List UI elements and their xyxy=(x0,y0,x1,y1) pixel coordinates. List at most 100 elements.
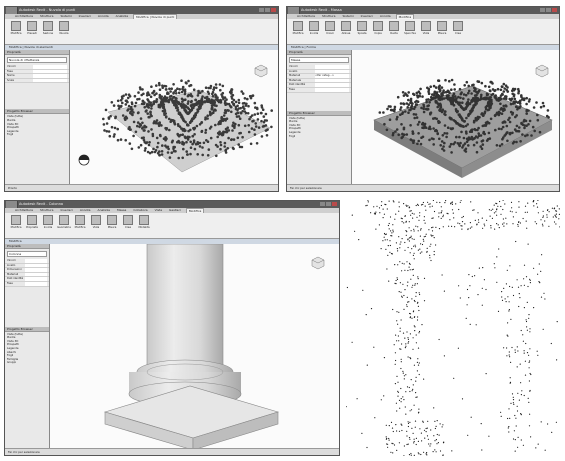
tool-icon xyxy=(389,21,399,31)
3d-viewport[interactable] xyxy=(70,50,278,185)
tool-icon xyxy=(11,215,21,225)
tool-icon xyxy=(341,21,351,31)
tree-item[interactable]: Fogli xyxy=(289,134,349,139)
status-bar: Fai clic per selezionare xyxy=(287,184,559,191)
tool-icon xyxy=(437,21,447,31)
properties-panel: Proprietà Massa Vincoli Livello Material… xyxy=(287,50,352,185)
ribbon-tool-button[interactable]: Modifica xyxy=(291,21,305,42)
section-marker-icon[interactable] xyxy=(78,154,90,166)
viewcube-icon[interactable] xyxy=(535,64,549,78)
project-browser-tree: Viste (tutte) Piante Vista 3D Prospetti … xyxy=(287,116,351,140)
tree-item[interactable]: Gruppi xyxy=(7,361,47,365)
revit-window-column: Autodesk Revit - Colonna Architettura St… xyxy=(4,200,340,456)
ribbon-tool-button[interactable]: Modalità xyxy=(137,215,151,236)
tool-icon xyxy=(11,21,21,31)
tool-icon xyxy=(309,21,319,31)
ribbon-tool-button[interactable]: Misura xyxy=(435,21,449,42)
mass-canvas xyxy=(373,78,553,178)
minimize-button[interactable] xyxy=(259,8,264,12)
window-title: Autodesk Revit - Massa xyxy=(287,7,559,14)
point-cloud xyxy=(346,200,560,456)
window-title: Autodesk Revit - Nuvola di punti xyxy=(5,7,278,14)
ribbon-tool-button[interactable]: Allinea xyxy=(339,21,353,42)
ribbon-tool-button[interactable]: Vista xyxy=(89,215,103,236)
ribbon-tool-button[interactable]: Unisci xyxy=(323,21,337,42)
render-canvas xyxy=(346,200,560,456)
window-controls xyxy=(320,202,337,206)
tool-icon xyxy=(27,215,37,225)
tool-icon xyxy=(123,215,133,225)
ribbon-tool-button[interactable]: Crea xyxy=(121,215,135,236)
ribbon-tool-button[interactable]: Vista xyxy=(419,21,433,42)
maximize-button[interactable] xyxy=(265,8,270,12)
type-selector[interactable]: Massa xyxy=(289,57,349,63)
ribbon-tool-button[interactable]: Incolla xyxy=(41,215,55,236)
ribbon-tool-button[interactable]: Ruota xyxy=(387,21,401,42)
3d-viewport[interactable] xyxy=(50,243,339,451)
app-logo[interactable] xyxy=(288,7,300,14)
tool-icon xyxy=(421,21,431,31)
ribbon-tool-button[interactable]: Proprietà xyxy=(25,215,39,236)
status-bar: Fai clic per selezionare xyxy=(5,448,339,455)
ribbon-tool-button[interactable]: Sposta xyxy=(355,21,369,42)
ribbon-tool-button[interactable]: Nuvola xyxy=(57,21,71,42)
window-controls xyxy=(259,8,276,12)
close-button[interactable] xyxy=(271,8,276,12)
tool-icon xyxy=(27,21,37,31)
ribbon-tool-button[interactable]: Incolla xyxy=(307,21,321,42)
properties-header: Proprietà xyxy=(287,50,351,55)
property-row[interactable]: Scala xyxy=(5,78,69,84)
viewcube-icon[interactable] xyxy=(311,256,325,270)
column-canvas xyxy=(103,243,280,451)
point-cloud-render xyxy=(346,200,560,456)
ribbon-tool-button[interactable]: Prevedi xyxy=(25,21,39,42)
tool-icon xyxy=(453,21,463,31)
ribbon-tool-button[interactable]: Sezione xyxy=(41,21,55,42)
revit-window-pointcloud: Autodesk Revit - Nuvola di punti Archite… xyxy=(4,6,279,192)
tool-icon xyxy=(107,215,117,225)
maximize-button[interactable] xyxy=(546,8,551,12)
properties-header: Proprietà xyxy=(5,50,69,55)
3d-viewport[interactable] xyxy=(352,50,559,185)
tool-icon xyxy=(43,21,53,31)
viewcube-icon[interactable] xyxy=(254,64,268,78)
type-selector[interactable]: Nuvola di riflettanza xyxy=(7,57,67,63)
properties-panel: Proprietà Colonna Vincoli Livello Dimens… xyxy=(5,244,50,449)
minimize-button[interactable] xyxy=(320,202,325,206)
minimize-button[interactable] xyxy=(540,8,545,12)
ribbon-tool-button[interactable]: Modifica xyxy=(9,215,23,236)
tool-icon xyxy=(91,215,101,225)
app-logo[interactable] xyxy=(6,7,18,14)
ribbon-tool-button[interactable]: Geometria xyxy=(57,215,71,236)
status-bar: Pronto xyxy=(5,184,278,191)
ribbon-tool-button[interactable]: Copia xyxy=(371,21,385,42)
ribbon-tool-button[interactable]: Modifica xyxy=(9,21,23,42)
ribbon-tool-button[interactable]: Crea xyxy=(451,21,465,42)
app-logo[interactable] xyxy=(6,201,18,208)
revit-window-mass: Autodesk Revit - Massa Architettura Stru… xyxy=(286,6,560,192)
ribbon-tool-button[interactable]: Specchia xyxy=(403,21,417,42)
tree-item[interactable]: Fogli xyxy=(7,133,67,137)
ribbon-tool-button[interactable]: Modifica xyxy=(73,215,87,236)
tool-icon xyxy=(405,21,415,31)
tool-icon xyxy=(325,21,335,31)
window-title: Autodesk Revit - Colonna xyxy=(5,201,339,208)
ribbon-toolbar: Modifica Prevedi Sezione Nuvola xyxy=(5,19,278,45)
ribbon-toolbar: Modifica Incolla Unisci Allinea Sposta C… xyxy=(287,19,559,45)
project-browser-tree: Viste (tutte) Piante Vista 3D Prospetti … xyxy=(5,332,49,366)
project-browser-tree: Viste (tutte) Pianta Vista 3D Prospetti … xyxy=(5,114,69,138)
property-row[interactable]: Fase xyxy=(5,281,49,287)
property-row[interactable]: Fase xyxy=(287,87,351,93)
ribbon-toolbar: Modifica Proprietà Incolla Geometria Mod… xyxy=(5,213,339,239)
maximize-button[interactable] xyxy=(326,202,331,206)
tool-icon xyxy=(373,21,383,31)
tool-icon xyxy=(357,21,367,31)
tool-icon xyxy=(139,215,149,225)
window-controls xyxy=(540,8,557,12)
tool-icon xyxy=(59,21,69,31)
type-selector[interactable]: Colonna xyxy=(7,251,47,257)
ribbon-tool-button[interactable]: Misura xyxy=(105,215,119,236)
close-button[interactable] xyxy=(552,8,557,12)
close-button[interactable] xyxy=(332,202,337,206)
properties-panel: Proprietà Nuvola di riflettanza Vincoli … xyxy=(5,50,70,185)
